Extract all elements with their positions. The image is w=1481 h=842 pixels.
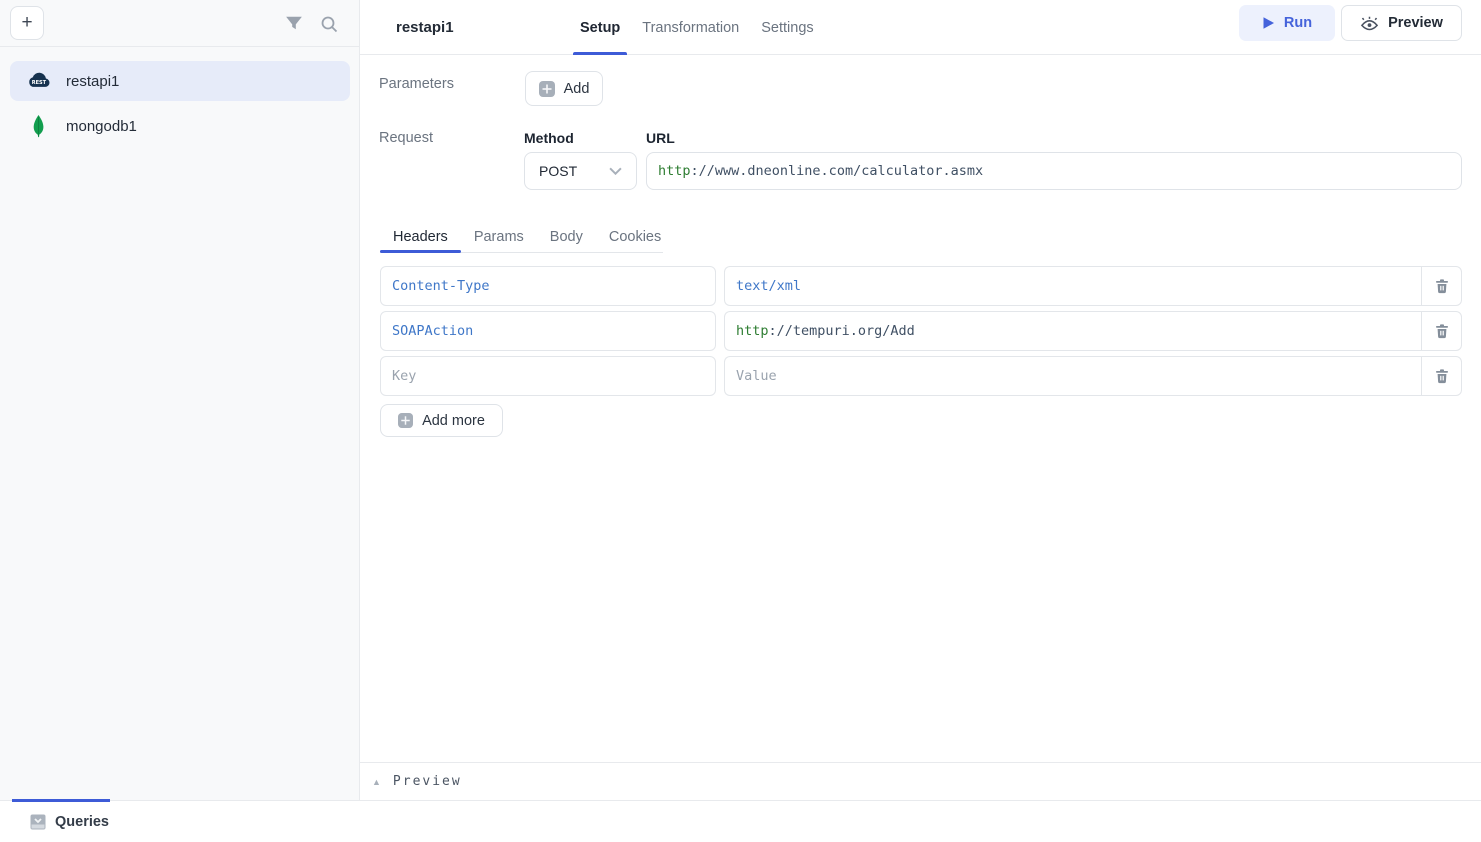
header-key-field[interactable] (380, 356, 716, 396)
tab-transformation[interactable]: Transformation (631, 0, 750, 55)
play-icon (1262, 16, 1275, 30)
top-tabs: Setup Transformation Settings (569, 0, 825, 55)
tab-cookies[interactable]: Cookies (596, 220, 674, 253)
delete-header-button[interactable] (1421, 266, 1462, 306)
svg-text:REST: REST (31, 80, 46, 86)
plus-box-icon (539, 81, 555, 97)
queries-tab-label: Queries (55, 814, 109, 830)
header-key-text: Content-Type (392, 278, 490, 294)
rest-api-cloud-icon: REST (24, 72, 52, 90)
add-more-button[interactable]: Add more (380, 404, 503, 437)
parameters-label: Parameters (379, 76, 454, 92)
preview-button-label: Preview (1388, 15, 1443, 31)
delete-header-button[interactable] (1421, 311, 1462, 351)
add-query-button[interactable]: + (10, 6, 44, 40)
plus-box-icon (398, 413, 413, 428)
header-row: Content-Type text/xml (380, 266, 1462, 306)
url-input[interactable]: http://www.dneonline.com/calculator.asmx (646, 152, 1462, 190)
preview-button[interactable]: Preview (1341, 5, 1462, 41)
page-title: restapi1 (396, 0, 454, 55)
tab-params[interactable]: Params (461, 220, 537, 253)
header-value-scheme: http (736, 323, 769, 339)
trash-icon (1434, 278, 1450, 294)
top-bar: restapi1 Setup Transformation Settings R… (360, 0, 1481, 55)
header-row (380, 356, 1462, 396)
url-rest: ://www.dneonline.com/calculator.asmx (691, 163, 984, 179)
add-more-label: Add more (422, 413, 485, 429)
sidebar-item-mongodb1[interactable]: mongodb1 (10, 106, 350, 146)
header-value-input[interactable] (736, 357, 1410, 395)
search-icon[interactable] (320, 15, 338, 33)
header-key-field[interactable]: Content-Type (380, 266, 716, 306)
eye-icon (1360, 15, 1379, 31)
tab-body[interactable]: Body (537, 220, 596, 253)
queries-icon (30, 814, 46, 830)
header-value-field[interactable]: text/xml (724, 266, 1421, 306)
trash-icon (1434, 368, 1450, 384)
header-value-field[interactable] (724, 356, 1421, 396)
tab-setup[interactable]: Setup (569, 0, 631, 55)
add-parameter-label: Add (564, 81, 590, 97)
sidebar-header: + (0, 0, 359, 47)
header-row: SOAPAction http://tempuri.org/Add (380, 311, 1462, 351)
sidebar-item-label: mongodb1 (66, 118, 137, 135)
add-parameter-button[interactable]: Add (525, 71, 603, 106)
chevron-down-icon (609, 167, 622, 175)
collapse-up-icon: ▲ (372, 777, 381, 787)
bottom-bar: Queries (0, 800, 1481, 841)
method-value: POST (539, 163, 577, 179)
setup-panel: Parameters Add Request Method URL POST h… (360, 55, 1481, 800)
header-value-field[interactable]: http://tempuri.org/Add (724, 311, 1421, 351)
run-button-label: Run (1284, 15, 1312, 31)
url-label: URL (646, 130, 675, 146)
url-scheme: http (658, 163, 691, 179)
preview-panel-toggle[interactable]: ▲ Preview (360, 762, 1481, 800)
filter-icon[interactable] (285, 15, 303, 33)
sidebar-item-label: restapi1 (66, 73, 119, 90)
run-button[interactable]: Run (1239, 5, 1335, 41)
header-key-field[interactable]: SOAPAction (380, 311, 716, 351)
method-label: Method (524, 130, 574, 146)
tab-settings[interactable]: Settings (750, 0, 824, 55)
method-dropdown[interactable]: POST (524, 152, 637, 190)
tab-headers[interactable]: Headers (380, 220, 461, 253)
delete-header-button[interactable] (1421, 356, 1462, 396)
header-key-input[interactable] (392, 357, 704, 395)
queries-tab[interactable]: Queries (30, 801, 109, 842)
preview-panel-label: Preview (393, 774, 462, 789)
request-label: Request (379, 130, 433, 146)
sidebar: + REST restapi1 mongodb1 (0, 0, 360, 800)
mongodb-leaf-icon (24, 115, 52, 138)
header-key-text: SOAPAction (392, 323, 473, 339)
sidebar-item-restapi1[interactable]: REST restapi1 (10, 61, 350, 101)
request-sub-tabs: Headers Params Body Cookies (380, 220, 674, 253)
header-value-rest: ://tempuri.org/Add (769, 323, 915, 339)
header-value-text: text/xml (736, 278, 801, 294)
trash-icon (1434, 323, 1450, 339)
